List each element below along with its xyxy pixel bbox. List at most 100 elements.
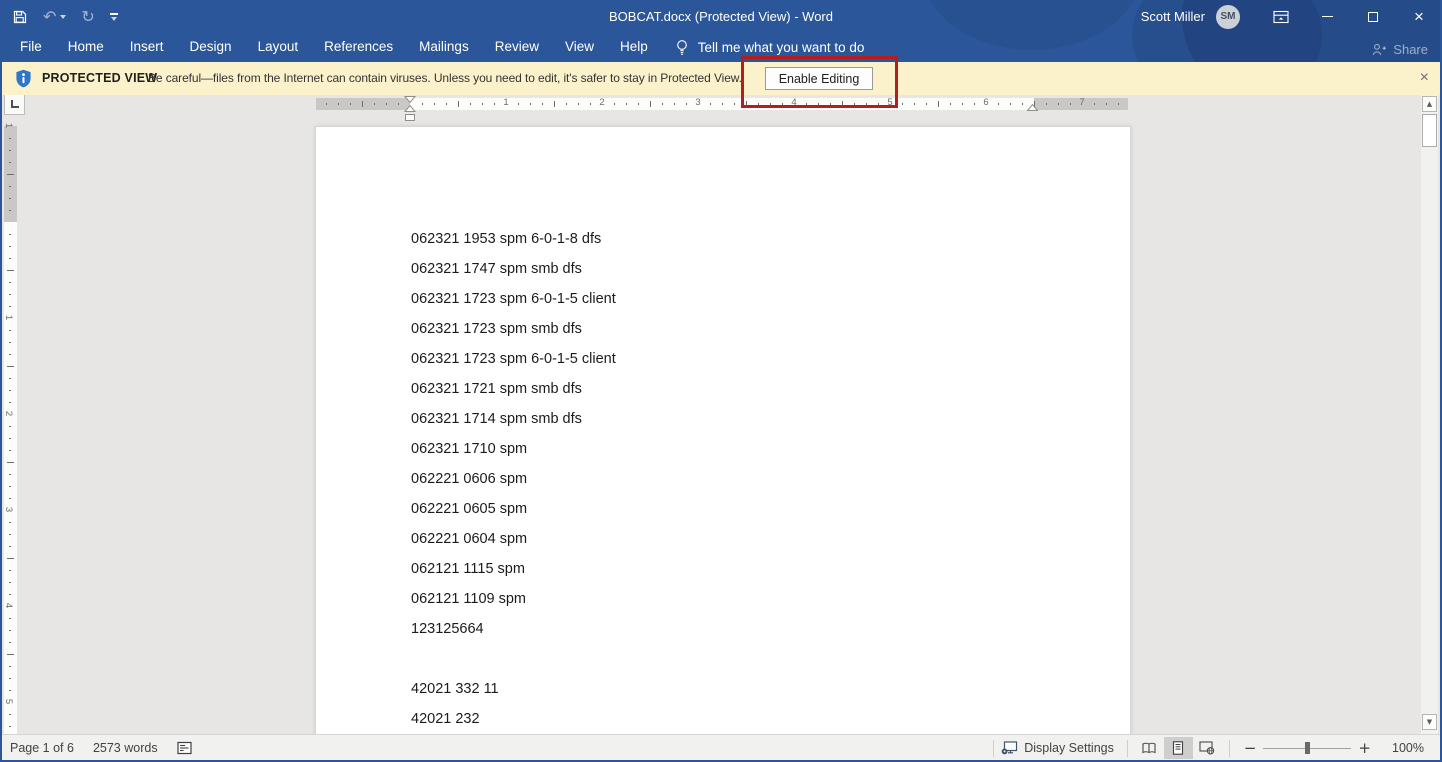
ruler-tick [554, 101, 555, 107]
tab-references[interactable]: References [311, 33, 406, 62]
ruler-tick [1058, 103, 1059, 105]
scroll-up-icon: ▲ [1427, 100, 1432, 108]
ruler-tick [962, 103, 963, 105]
tab-help[interactable]: Help [607, 33, 661, 62]
status-bar-right: Display Settings − [986, 735, 1424, 761]
display-settings-button[interactable]: Display Settings [1001, 741, 1114, 755]
doc-line: 062221 0606 spm [411, 464, 1051, 494]
close-button[interactable]: × [1396, 0, 1442, 33]
ruler-tick [7, 654, 14, 655]
close-icon: × [1414, 7, 1424, 27]
window-border [0, 0, 2, 762]
zoom-in-button[interactable]: + [1351, 739, 1378, 757]
scroll-down-icon: ▼ [1427, 718, 1432, 726]
word-count[interactable]: 2573 words [93, 741, 158, 755]
statusbar-separator [1127, 740, 1128, 757]
tab-home[interactable]: Home [55, 33, 117, 62]
minimize-button[interactable] [1304, 0, 1350, 33]
ruler-tick [338, 103, 339, 105]
left-indent-markers[interactable] [403, 95, 417, 122]
ruler-tick [7, 174, 14, 175]
ruler-number: 6 [983, 97, 988, 108]
ruler-tick [7, 270, 14, 271]
scrollbar-thumb[interactable] [1422, 114, 1437, 147]
ruler-tick [434, 103, 435, 105]
doc-line: 42021 232 [411, 704, 1051, 734]
scroll-up-button[interactable]: ▲ [1422, 96, 1437, 112]
ruler-number: 5 [3, 699, 14, 704]
tab-mailings[interactable]: Mailings [406, 33, 482, 62]
ruler-tick [758, 103, 759, 105]
zoom-slider[interactable] [1263, 741, 1351, 755]
ruler-tick [9, 138, 11, 139]
ruler-tick [1118, 103, 1119, 105]
ruler-number: 2 [3, 411, 14, 416]
zoom-slider-thumb[interactable] [1305, 742, 1310, 754]
scroll-down-button[interactable]: ▼ [1422, 714, 1437, 730]
avatar[interactable]: SM [1216, 5, 1240, 29]
lightbulb-icon [675, 39, 689, 56]
ruler-tick [9, 534, 11, 535]
document-text: 062321 1953 spm 6-0-1-8 dfs062321 1747 s… [411, 224, 1051, 734]
ruler-tick [9, 678, 11, 679]
ruler-tick [9, 210, 11, 211]
ruler-tick [902, 103, 903, 105]
horizontal-ruler: 1234567 [0, 95, 1420, 113]
ruler-tick [686, 103, 687, 105]
print-layout-button[interactable] [1164, 737, 1193, 759]
account-user-name[interactable]: Scott Miller [1141, 9, 1205, 24]
tab-review[interactable]: Review [482, 33, 552, 62]
tab-design[interactable]: Design [177, 33, 245, 62]
ruler-number: 1 [3, 315, 14, 320]
ruler-tick [398, 103, 399, 105]
zoom-out-button[interactable]: − [1237, 739, 1264, 757]
ruler-tick [1046, 103, 1047, 105]
enable-editing-button[interactable]: Enable Editing [765, 67, 873, 90]
ruler-left-margin [316, 98, 410, 110]
ruler-tick [542, 103, 543, 105]
ruler-tick [722, 103, 723, 105]
ruler-tick [938, 101, 939, 107]
banner-close-icon[interactable]: × [1416, 62, 1433, 95]
read-mode-icon [1141, 742, 1157, 754]
statusbar-separator [993, 740, 994, 757]
doc-line: 062321 1723 spm smb dfs [411, 314, 1051, 344]
ruler-tick [470, 103, 471, 105]
tell-me-box[interactable]: Tell me what you want to do [675, 39, 865, 56]
ribbon-display-options-button[interactable] [1258, 0, 1304, 33]
tab-layout[interactable]: Layout [245, 33, 312, 62]
ruler-tick [674, 103, 675, 105]
zoom-level[interactable]: 100% [1388, 741, 1424, 755]
ruler-tick [1106, 103, 1107, 105]
ruler-tick [9, 582, 11, 583]
customize-quick-access-toolbar-button[interactable] [110, 13, 118, 21]
ruler-tick [914, 103, 915, 105]
tab-stop-selector-button[interactable] [4, 94, 25, 115]
share-button[interactable]: Share [1372, 38, 1428, 60]
undo-button[interactable]: ↶ [43, 9, 66, 25]
tab-file[interactable]: File [7, 33, 55, 62]
ruler-number: 5 [887, 97, 892, 108]
redo-button[interactable]: ↻ [81, 9, 94, 25]
save-button[interactable] [12, 9, 28, 25]
ruler-tick [494, 103, 495, 105]
tab-insert[interactable]: Insert [117, 33, 177, 62]
ruler-tick [878, 103, 879, 105]
web-layout-button[interactable] [1193, 737, 1222, 759]
redo-icon: ↻ [81, 9, 94, 25]
maximize-button[interactable] [1350, 0, 1396, 33]
tab-view[interactable]: View [552, 33, 607, 62]
ruler-tick [350, 103, 351, 105]
ruler-tick [9, 522, 11, 523]
ruler-number: 1 [503, 97, 508, 108]
ruler-tick [782, 103, 783, 105]
proofing-status-button[interactable] [177, 741, 193, 755]
ruler-tick [830, 103, 831, 105]
ruler-tick [9, 474, 11, 475]
save-icon [12, 9, 28, 25]
page-indicator[interactable]: Page 1 of 6 [10, 741, 74, 755]
ruler-tick [9, 246, 11, 247]
vertical-scrollbar[interactable]: ▲ ▼ [1421, 95, 1438, 734]
read-mode-button[interactable] [1135, 737, 1164, 759]
right-indent-marker[interactable] [1026, 103, 1039, 112]
